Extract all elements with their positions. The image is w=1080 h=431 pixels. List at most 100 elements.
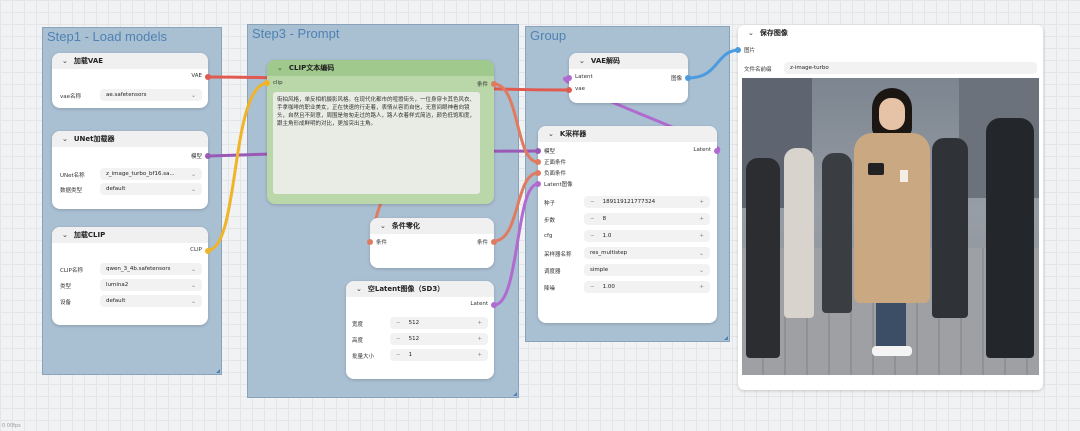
height-stepper[interactable]: − 512 + (390, 333, 488, 345)
input-socket-image[interactable] (735, 47, 741, 53)
field-label: 采样器名称 (544, 252, 572, 258)
input-socket-latent[interactable] (566, 75, 572, 81)
node-vae-decode-header[interactable]: ⌄ VAE解码 (569, 53, 688, 69)
input-socket-model[interactable] (535, 148, 541, 154)
input-label-negative: 负面条件 (544, 171, 567, 177)
dropdown-arrow-icon: ⌄ (190, 265, 196, 273)
node-clip-loader-header[interactable]: ⌄ 加载CLIP (52, 227, 208, 243)
output-socket-latent[interactable] (491, 302, 497, 308)
node-clip-text-encode[interactable]: ⌄ CLIP文本编码 clip 条件 街拍风格，单反相机摄影风格。在现代化都市的… (264, 60, 497, 204)
chevron-down-icon[interactable]: ⌄ (380, 222, 386, 230)
plus-icon[interactable]: + (477, 320, 482, 326)
node-ksampler-header[interactable]: ⌄ K采样器 (538, 126, 717, 142)
plus-icon[interactable]: + (699, 216, 704, 222)
minus-icon[interactable]: − (590, 233, 595, 239)
dropdown-arrow-icon: ⌄ (190, 91, 196, 99)
input-label-vae: vae (575, 86, 586, 92)
node-title: 保存图像 (759, 29, 788, 37)
chevron-down-icon[interactable]: ⌄ (748, 29, 754, 37)
clip-type-dropdown[interactable]: lumina2 ⌄ (100, 279, 202, 291)
input-socket-vae[interactable] (566, 87, 572, 93)
width-stepper[interactable]: − 512 + (390, 317, 488, 329)
steps-stepper[interactable]: − 8 + (584, 213, 710, 225)
output-socket-latent[interactable] (714, 148, 720, 154)
minus-icon[interactable]: − (396, 352, 401, 358)
output-socket-image[interactable] (685, 75, 691, 81)
output-label-latent: Latent (470, 301, 488, 307)
sampler-dropdown[interactable]: res_multistep ⌄ (584, 247, 710, 259)
chevron-down-icon[interactable]: ⌄ (548, 130, 554, 138)
plus-icon[interactable]: + (699, 284, 704, 290)
woman-legs (876, 303, 906, 348)
node-vae-loader-header[interactable]: ⌄ 加载VAE (52, 53, 208, 69)
output-label-cond: 条件 (476, 240, 488, 246)
chevron-down-icon[interactable]: ⌄ (356, 285, 362, 293)
node-vae-decode[interactable]: ⌄ VAE解码 Latent vae 图像 (566, 53, 691, 103)
output-socket-cond[interactable] (491, 239, 497, 245)
group-main-resize-handle[interactable] (724, 336, 728, 340)
field-label: 数据类型 (60, 188, 83, 194)
batch-stepper[interactable]: − 1 + (390, 349, 488, 361)
field-label: 宽度 (352, 322, 364, 328)
input-socket-cond[interactable] (367, 239, 373, 245)
node-clip-text-encode-header[interactable]: ⌄ CLIP文本编码 (267, 60, 494, 76)
output-socket-cond[interactable] (491, 81, 497, 87)
prompt-textarea[interactable]: 街拍风格，单反相机摄影风格。在现代化都市的喧嚣街头，一位身穿卡其色风衣、手拿咖啡… (273, 92, 480, 194)
node-unet-loader-header[interactable]: ⌄ UNet加载器 (52, 131, 208, 147)
node-conditioning-zero-header[interactable]: ⌄ 条件零化 (370, 218, 494, 234)
denoise-stepper[interactable]: − 1.00 + (584, 281, 710, 293)
device-dropdown[interactable]: default ⌄ (100, 295, 202, 307)
output-socket-vae[interactable] (205, 74, 211, 80)
node-vae-loader[interactable]: ⌄ 加载VAE VAE vae名称 ae.safetensors ⌄ (52, 53, 211, 108)
field-value: 512 (408, 336, 420, 342)
chevron-down-icon[interactable]: ⌄ (62, 231, 68, 239)
node-empty-latent-header[interactable]: ⌄ 空Latent图像（SD3） (346, 281, 494, 297)
input-socket-negative[interactable] (535, 170, 541, 176)
minus-icon[interactable]: − (396, 320, 401, 326)
dtype-dropdown[interactable]: default ⌄ (100, 183, 202, 195)
plus-icon[interactable]: + (699, 199, 704, 205)
node-title: K采样器 (559, 130, 587, 138)
minus-icon[interactable]: − (590, 284, 595, 290)
vae-name-dropdown[interactable]: ae.safetensors ⌄ (100, 89, 202, 101)
scheduler-dropdown[interactable]: simple ⌄ (584, 264, 710, 276)
field-label: UNet名称 (60, 173, 85, 179)
field-label: 种子 (544, 201, 556, 207)
plus-icon[interactable]: + (699, 233, 704, 239)
plus-icon[interactable]: + (477, 336, 482, 342)
node-save-image-header[interactable]: ⌄ 保存图像 (738, 25, 1043, 41)
node-title: CLIP文本编码 (288, 64, 335, 72)
chevron-down-icon[interactable]: ⌄ (579, 57, 585, 65)
output-socket-model[interactable] (205, 153, 211, 159)
output-socket-clip[interactable] (205, 248, 211, 254)
generated-image-preview[interactable] (742, 78, 1039, 375)
input-socket-positive[interactable] (535, 159, 541, 165)
node-conditioning-zero[interactable]: ⌄ 条件零化 条件 条件 (367, 218, 497, 268)
chevron-down-icon[interactable]: ⌄ (62, 135, 68, 143)
seed-stepper[interactable]: − 189119121777324 + (584, 196, 710, 208)
node-empty-latent[interactable]: ⌄ 空Latent图像（SD3） Latent 宽度 − 512 + 高度 − … (346, 281, 497, 379)
pedestrian (932, 138, 968, 318)
node-clip-loader[interactable]: ⌄ 加载CLIP CLIP CLIP名称 qwen_3_4b.safetenso… (52, 227, 211, 325)
field-value: lumina2 (106, 282, 129, 288)
minus-icon[interactable]: − (590, 199, 595, 205)
chevron-down-icon[interactable]: ⌄ (62, 57, 68, 65)
node-save-image[interactable]: ⌄ 保存图像 图片 文件名前缀 z-image-turbo (735, 25, 1043, 390)
minus-icon[interactable]: − (590, 216, 595, 222)
filename-prefix-input[interactable]: z-image-turbo (784, 62, 1037, 74)
plus-icon[interactable]: + (477, 352, 482, 358)
output-label-model: 模型 (190, 154, 202, 160)
node-unet-loader[interactable]: ⌄ UNet加载器 模型 UNet名称 z_image_turbo_bf16.s… (52, 131, 211, 209)
field-label: 调度器 (544, 269, 561, 275)
group-step3-resize-handle[interactable] (513, 392, 517, 396)
cfg-stepper[interactable]: − 1.0 + (584, 230, 710, 242)
chevron-down-icon[interactable]: ⌄ (277, 64, 283, 72)
unet-name-dropdown[interactable]: z_image_turbo_bf16.sa... ⌄ (100, 168, 202, 180)
clip-name-dropdown[interactable]: qwen_3_4b.safetensors ⌄ (100, 263, 202, 275)
input-socket-clip[interactable] (264, 80, 270, 86)
group-step1-resize-handle[interactable] (216, 369, 220, 373)
minus-icon[interactable]: − (396, 336, 401, 342)
node-ksampler[interactable]: ⌄ K采样器 模型 正面条件 负面条件 Latent图像 Latent 种子 −… (535, 126, 720, 323)
field-label: CLIP名称 (60, 268, 83, 274)
input-socket-latent[interactable] (535, 181, 541, 187)
